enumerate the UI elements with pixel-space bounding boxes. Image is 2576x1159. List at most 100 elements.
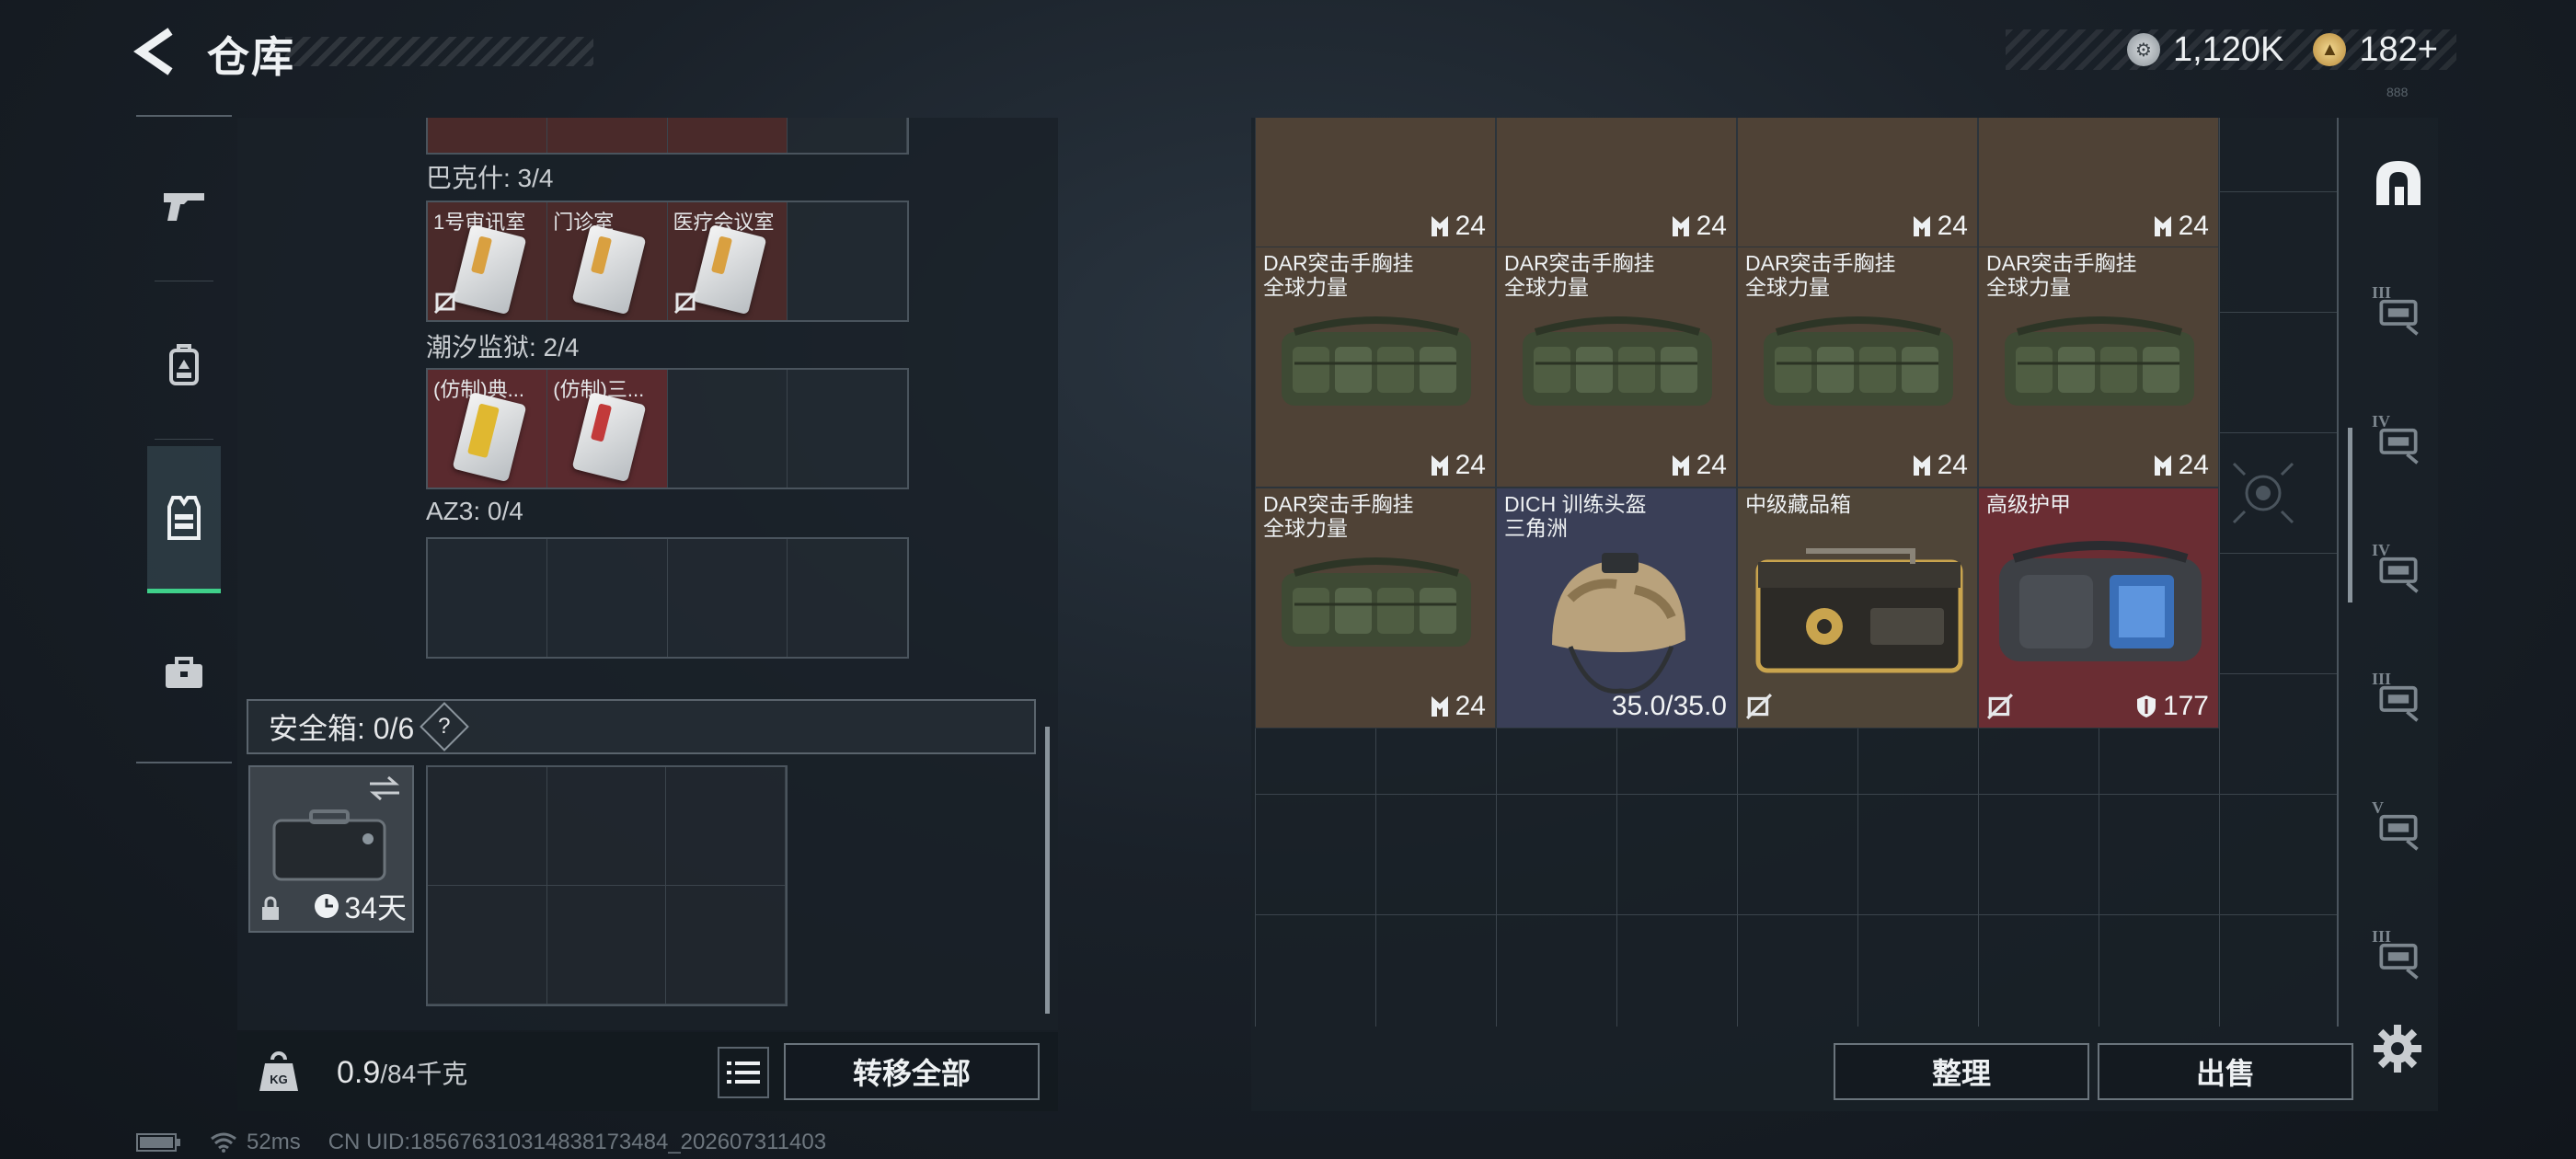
keycard-icon	[571, 391, 647, 483]
weight-readout: 0.9/84千克	[337, 1055, 468, 1090]
key-slot-empty[interactable]	[547, 539, 668, 657]
key-slot-empty[interactable]	[787, 539, 907, 657]
page-title: 仓库	[207, 33, 295, 81]
nav-backpack[interactable]	[147, 301, 221, 430]
no-insure-icon	[673, 289, 698, 315]
stash-item-rig[interactable]: 24	[1255, 118, 1496, 248]
keycard-icon	[452, 391, 527, 483]
transfer-all-button[interactable]: 转移全部	[784, 1043, 1040, 1100]
tool-tier-icon[interactable]: III	[2366, 924, 2431, 988]
back-arrow-icon	[133, 28, 173, 75]
svg-text:KG: KG	[270, 1073, 288, 1086]
capacity-icon	[1913, 455, 1930, 476]
battery-icon	[136, 1133, 180, 1152]
stash-item-helmet[interactable]: DICH 训练头盔 三角洲 35.0/35.0	[1496, 488, 1737, 729]
tier-label: IV	[2372, 412, 2391, 430]
gold-coin-icon: ▲	[2313, 33, 2347, 66]
safe-slot[interactable]	[666, 767, 786, 886]
safe-slot[interactable]	[428, 886, 547, 1004]
stash-item-rig[interactable]: 24	[1496, 118, 1737, 248]
stash-item-rig[interactable]: DAR突击手胸挂 全球力量 24	[1255, 488, 1496, 729]
sort-button[interactable]: 整理	[1834, 1043, 2089, 1100]
silver-currency-value: 1,120K	[2172, 29, 2284, 69]
title-stripe	[285, 37, 593, 66]
version-tag: 888	[2386, 85, 2409, 99]
gadget-tier-icon[interactable]: V	[2366, 795, 2431, 859]
key-slot-empty[interactable]	[428, 539, 548, 657]
key-slot-empty[interactable]	[667, 539, 788, 657]
back-button[interactable]	[133, 28, 179, 75]
key-slot-empty[interactable]	[667, 370, 788, 488]
stash-item-rig[interactable]: 24	[1978, 118, 2219, 248]
weapon-tier-icon[interactable]: III	[2366, 280, 2431, 344]
chest-rig-icon	[1764, 316, 1953, 406]
item-name: DAR突击手胸挂 全球力量	[1504, 251, 1655, 299]
key-slot[interactable]: 1号审讯室	[428, 202, 548, 320]
item-count: 24	[1912, 450, 1968, 481]
weight-icon: KG	[258, 1049, 300, 1095]
settings-gear-icon[interactable]	[2372, 1023, 2423, 1074]
left-scrollbar[interactable]	[1045, 727, 1050, 1014]
item-count: 24	[1912, 211, 1968, 242]
capacity-icon	[1431, 455, 1448, 476]
help-button[interactable]: ?	[420, 702, 470, 752]
key-slot-empty[interactable]	[787, 370, 907, 488]
key-group-grid: (仿制)典... (仿制)三...	[426, 368, 909, 489]
key-group-grid	[426, 537, 909, 659]
item-name: 中级藏品箱	[1745, 492, 1851, 516]
stash-filter-bar: III IV IV III V III	[2355, 120, 2438, 1021]
key-group-label: 潮汐监狱: 2/4	[426, 333, 580, 361]
stash-item-rig[interactable]: DAR突击手胸挂 全球力量 24	[1737, 247, 1978, 488]
no-insure-icon	[433, 289, 459, 315]
safe-slot[interactable]	[666, 886, 786, 1004]
stash-item-rig[interactable]: DAR突击手胸挂 全球力量 24	[1978, 247, 2219, 488]
stash-home-icon[interactable]	[2366, 151, 2431, 215]
tier-label: V	[2372, 798, 2384, 817]
silver-coin-icon: ⚙	[2126, 33, 2160, 66]
key-slot-empty[interactable]	[787, 202, 907, 320]
nav-toolbox[interactable]	[147, 609, 221, 738]
capacity-icon	[1431, 216, 1448, 236]
key-slot[interactable]: (仿制)典...	[428, 370, 548, 488]
capacity-icon	[1431, 696, 1448, 717]
item-name: DAR突击手胸挂 全球力量	[1263, 492, 1414, 540]
safe-case-item[interactable]: 34天	[248, 765, 414, 933]
stash-item-case[interactable]: 中级藏品箱	[1737, 488, 1978, 729]
keycard-icon	[571, 224, 647, 316]
folder-tier-icon[interactable]: IV	[2366, 408, 2431, 473]
stash-item-rig[interactable]: DAR突击手胸挂 全球力量 24	[1255, 247, 1496, 488]
nav-weapons[interactable]	[147, 140, 221, 269]
key-slot[interactable]: 医疗会议室	[667, 202, 788, 320]
capacity-icon	[2154, 216, 2171, 236]
safe-case-icon	[272, 809, 386, 881]
user-uid: CN UID:185676310314838173484_20260731140…	[328, 1130, 827, 1154]
nav-armor[interactable]	[147, 446, 221, 593]
stash-scrollbar[interactable]	[2348, 428, 2352, 602]
key-slot[interactable]: 门诊室	[547, 202, 668, 320]
lock-icon	[262, 896, 279, 920]
item-count: 24	[1430, 450, 1486, 481]
key-slot[interactable]: (仿制)三...	[547, 370, 668, 488]
durability-icon	[2136, 695, 2156, 717]
list-view-button[interactable]	[718, 1047, 769, 1098]
safe-slot[interactable]	[546, 767, 667, 886]
safe-box-label: 安全箱: 0/6	[269, 712, 415, 745]
armor-vest-icon	[1999, 541, 2202, 661]
stash-item-rig[interactable]: 24	[1737, 118, 1978, 248]
safe-slot[interactable]	[428, 767, 547, 886]
pistol-icon	[164, 193, 204, 221]
keycard-icon	[692, 224, 766, 316]
key-group-label: AZ3: 0/4	[426, 497, 523, 525]
stash-grid: 24 24 24 24 DAR突击手胸挂 全球力量 24 DAR突击手胸挂 全球…	[1255, 118, 2339, 1027]
safe-slot[interactable]	[546, 886, 667, 1004]
wifi-icon	[211, 1132, 236, 1153]
sell-button[interactable]: 出售	[2098, 1043, 2353, 1100]
gold-currency-value: 182+	[2359, 29, 2438, 69]
warning-tier-icon[interactable]: III	[2366, 666, 2431, 730]
stash-item-armor[interactable]: 高级护甲 177	[1978, 488, 2219, 729]
item-name: DAR突击手胸挂 全球力量	[1263, 251, 1414, 299]
stash-item-rig[interactable]: DAR突击手胸挂 全球力量 24	[1496, 247, 1737, 488]
medkit-tier-icon[interactable]: IV	[2366, 537, 2431, 602]
tier-label: III	[2372, 283, 2392, 302]
capacity-icon	[2154, 455, 2171, 476]
